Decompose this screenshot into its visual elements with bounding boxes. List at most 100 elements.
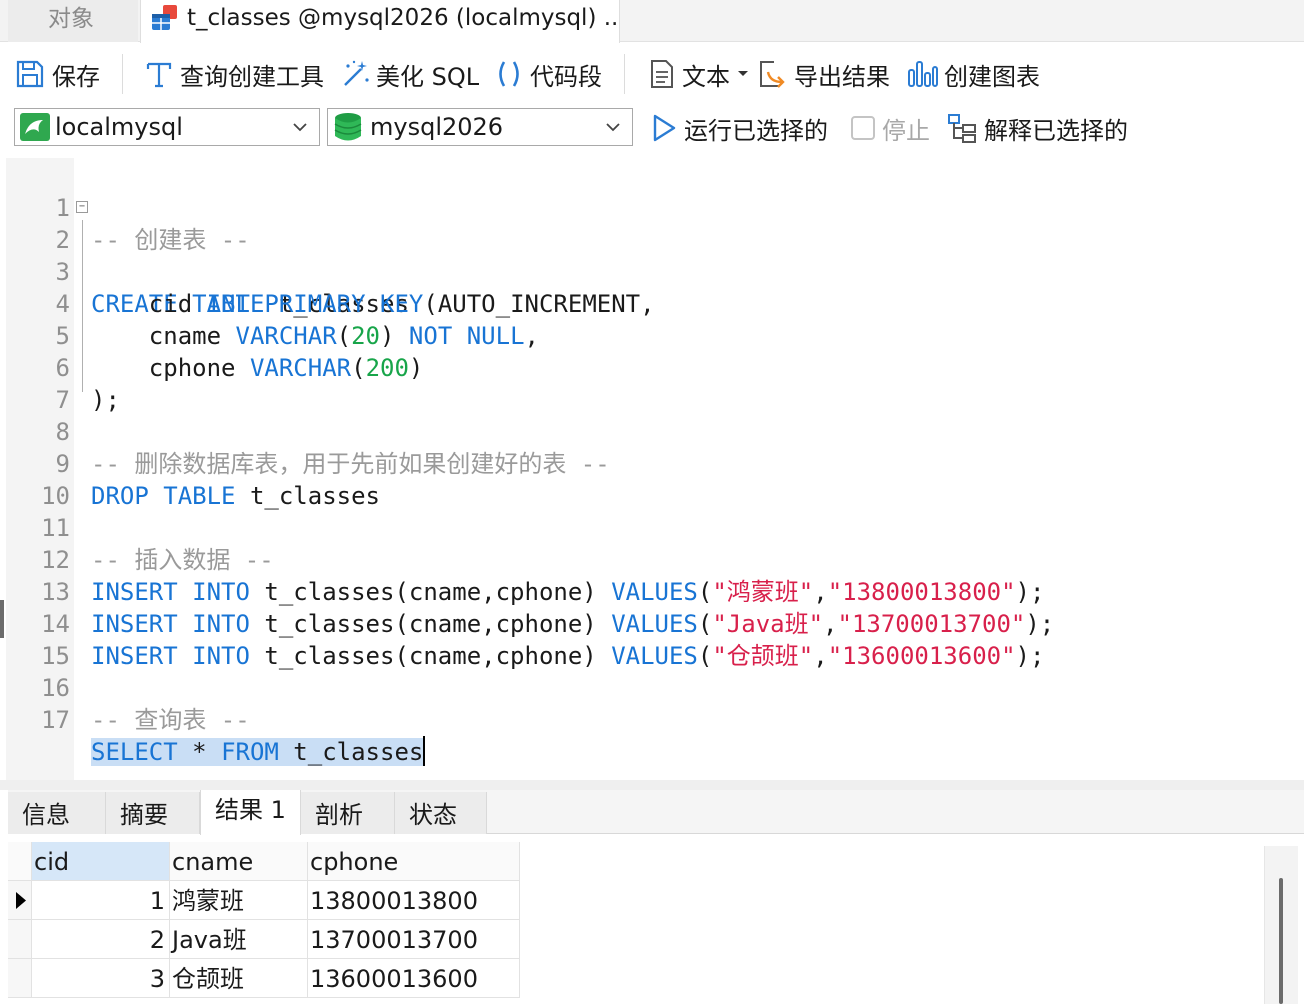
stop-icon (851, 116, 875, 140)
beautify-sql-label: 美化 SQL (376, 62, 480, 91)
database-select-value: mysql2026 (370, 113, 504, 141)
code-line: 12 INSERT INTO t_classes(cname,cphone) V… (6, 512, 1296, 606)
tab-summary[interactable]: 摘要 (106, 792, 200, 834)
query-builder-button[interactable]: 查询创建工具 (144, 54, 324, 94)
code-line: 14 INSERT INTO t_classes(cname,cphone) V… (6, 576, 1296, 670)
mysql-dolphin-icon (20, 113, 50, 141)
tab-query-label: t_classes @mysql2026 (localmysql) ... (187, 5, 620, 31)
tab-profile[interactable]: 剖析 (301, 792, 395, 834)
sql-comment: -- 查询表 -- (91, 706, 250, 734)
panel-splitter[interactable] (0, 780, 1304, 790)
connection-select[interactable]: localmysql (14, 108, 320, 146)
vertical-scrollbar[interactable] (1264, 846, 1298, 1004)
code-line: 10 (6, 448, 1296, 510)
code-line: 7 (6, 352, 1296, 414)
code-line: 13 INSERT INTO t_classes(cname,cphone) V… (6, 544, 1296, 638)
document-icon (651, 60, 673, 88)
cell-cphone[interactable]: 13800013800 (308, 881, 520, 920)
selected-sql: SELECT * FROM t_classes (91, 738, 424, 766)
splitter-handle[interactable] (0, 600, 4, 638)
column-header-cname[interactable]: cname (170, 842, 308, 881)
scrollbar-thumb[interactable] (1279, 878, 1283, 1004)
save-button[interactable]: 保存 (14, 54, 100, 94)
toolbar-divider (122, 54, 123, 94)
code-line: 16 -- 查询表 -- (6, 640, 1296, 734)
beautify-sql-button[interactable]: 美化 SQL (340, 54, 479, 94)
tab-status[interactable]: 状态 (395, 792, 487, 834)
code-snippet-icon (499, 61, 519, 87)
fold-toggle-icon[interactable]: − (76, 201, 88, 213)
sql-keyword: FROM (221, 738, 279, 766)
chevron-down-icon (293, 123, 307, 132)
text-cursor (423, 736, 426, 766)
toolbar-divider (624, 54, 625, 94)
cell-cname[interactable]: 鸿蒙班 (170, 881, 308, 920)
cell-cid[interactable]: 1 (32, 881, 170, 920)
row-marker (8, 959, 32, 998)
code-line: 5 cphone VARCHAR(200) (6, 288, 1296, 382)
code-line: 9 DROP TABLE t_classes (6, 416, 1296, 510)
code-line: 17 SELECT * FROM t_classes (6, 672, 1296, 766)
export-results-label: 导出结果 (794, 62, 890, 91)
sql-text: t_classes (278, 738, 424, 766)
export-results-button[interactable]: 导出结果 (756, 54, 890, 94)
row-marker-header (8, 842, 32, 881)
chevron-down-icon (606, 123, 620, 132)
stop-button[interactable]: 停止 (850, 110, 930, 146)
sql-editor[interactable]: 1 -- 创建表 -- 2 − CREATE TABLE t_classes (… (6, 158, 1300, 780)
magic-wand-icon (344, 60, 369, 86)
export-icon (760, 61, 785, 88)
cell-cphone[interactable]: 13600013600 (308, 959, 520, 998)
table-row[interactable]: 3 仓颉班 13600013600 (8, 959, 520, 998)
explain-tree-icon (948, 114, 976, 143)
grid-header-row: cid cname cphone (8, 842, 520, 881)
run-selected-label: 运行已选择的 (684, 116, 828, 145)
query-builder-icon (146, 62, 172, 88)
code-snippet-button[interactable]: 代码段 (494, 54, 602, 94)
query-builder-label: 查询创建工具 (180, 62, 324, 91)
run-selected-button[interactable]: 运行已选择的 (650, 110, 828, 146)
cell-cphone[interactable]: 13700013700 (308, 920, 520, 959)
cell-cid[interactable]: 3 (32, 959, 170, 998)
column-header-cphone[interactable]: cphone (308, 842, 520, 881)
text-view-button[interactable]: 文本 (648, 54, 756, 94)
code-line: 3 cid INT PRIMARY KEY AUTO_INCREMENT, (6, 224, 1296, 318)
code-line: 8 -- 删除数据库表，用于先前如果创建好的表 -- (6, 384, 1296, 478)
chevron-down-icon (738, 71, 748, 76)
cell-cname[interactable]: Java班 (170, 920, 308, 959)
sql-text: * (177, 738, 222, 766)
results-tabs: 信息 摘要 结果 1 剖析 状态 (8, 790, 1304, 835)
bar-chart-icon (908, 61, 938, 87)
play-icon (653, 114, 676, 142)
tab-strip: 对象 t_classes @mysql2026 (localmysql) ... (0, 0, 1304, 43)
tab-info[interactable]: 信息 (8, 792, 106, 834)
code-line: 2 − CREATE TABLE t_classes ( (6, 192, 1296, 318)
text-view-label: 文本 (682, 62, 730, 91)
column-header-cid[interactable]: cid (32, 842, 170, 881)
explain-selected-button[interactable]: 解释已选择的 (946, 110, 1128, 146)
table-row[interactable]: 2 Java班 13700013700 (8, 920, 520, 959)
row-marker (8, 920, 32, 959)
save-icon (16, 60, 44, 88)
current-row-marker-icon (8, 881, 32, 920)
save-label: 保存 (52, 62, 100, 91)
create-chart-label: 创建图表 (944, 62, 1040, 91)
tab-result-1[interactable]: 结果 1 (200, 790, 301, 835)
toolbar: 保存 查询创建工具 美化 SQL 代码段 文本 导出结果 创建图表 (0, 44, 1304, 100)
cell-cname[interactable]: 仓颉班 (170, 959, 308, 998)
connection-select-value: localmysql (55, 113, 183, 141)
database-select[interactable]: mysql2026 (327, 108, 633, 146)
code-snippet-label: 代码段 (530, 62, 602, 91)
create-chart-button[interactable]: 创建图表 (906, 54, 1040, 94)
table-row[interactable]: 1 鸿蒙班 13800013800 (8, 881, 520, 920)
stop-label: 停止 (882, 116, 930, 145)
code-line: 1 -- 创建表 -- (6, 160, 1296, 254)
code-line: 4 cname VARCHAR(20) NOT NULL, (6, 256, 1296, 350)
sql-keyword: SELECT (91, 738, 178, 766)
cell-cid[interactable]: 2 (32, 920, 170, 959)
tab-query[interactable]: t_classes @mysql2026 (localmysql) ... (140, 0, 620, 43)
code-line: 11 -- 插入数据 -- (6, 480, 1296, 574)
tab-objects[interactable]: 对象 (8, 0, 138, 42)
database-icon (334, 113, 362, 141)
connection-bar: localmysql mysql2026 运行已选择的 停止 解释已选择的 (0, 104, 1304, 150)
